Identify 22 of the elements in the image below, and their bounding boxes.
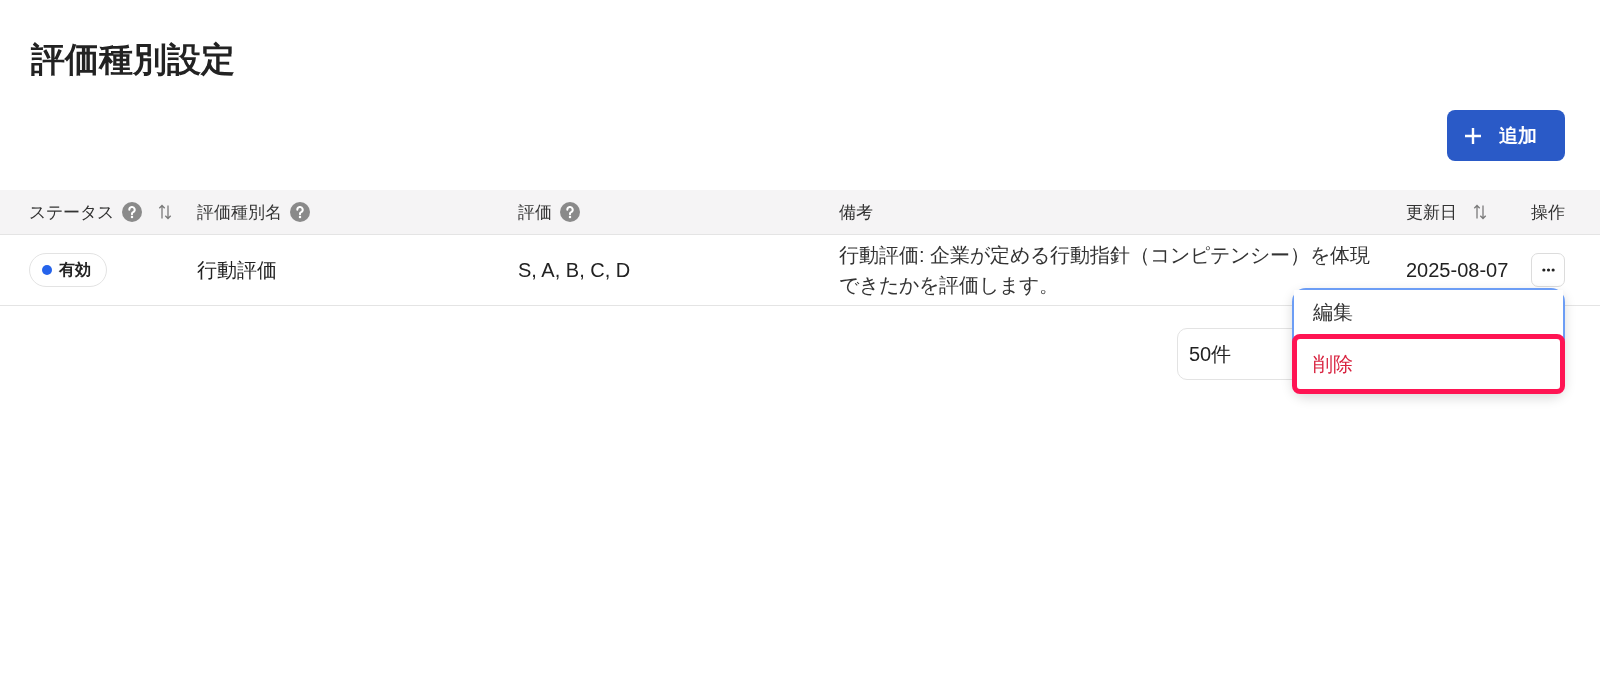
menu-item[interactable]: 編集 [1294,290,1563,334]
help-icon[interactable] [290,202,310,222]
status-label: 有効 [59,259,91,280]
column-header[interactable]: 更新日 [1406,197,1531,227]
sort-icon[interactable] [1473,204,1487,220]
menu-item[interactable]: 削除 [1292,334,1565,394]
sort-icon[interactable] [158,204,172,220]
plus-icon [1464,126,1482,145]
column-header: 評価種別名 [197,197,518,227]
page-title: 評価種別設定 [31,39,235,80]
column-header: 評価 [518,197,839,227]
ellipsis-icon [1541,268,1555,272]
help-icon[interactable] [560,202,580,222]
date-cell-text: 2025-08-07 [1406,258,1509,283]
column-header: 備考 [839,201,874,224]
more-button[interactable] [1531,253,1565,287]
type-name-cell-text: 行動評価 [197,258,277,283]
column-header[interactable]: ステータス [29,197,197,227]
column-header: 操作 [1531,201,1565,224]
help-icon[interactable] [122,202,142,222]
grades-cell-text: S, A, B, C, D [518,258,631,283]
add-button[interactable]: 追加 [1447,110,1565,161]
